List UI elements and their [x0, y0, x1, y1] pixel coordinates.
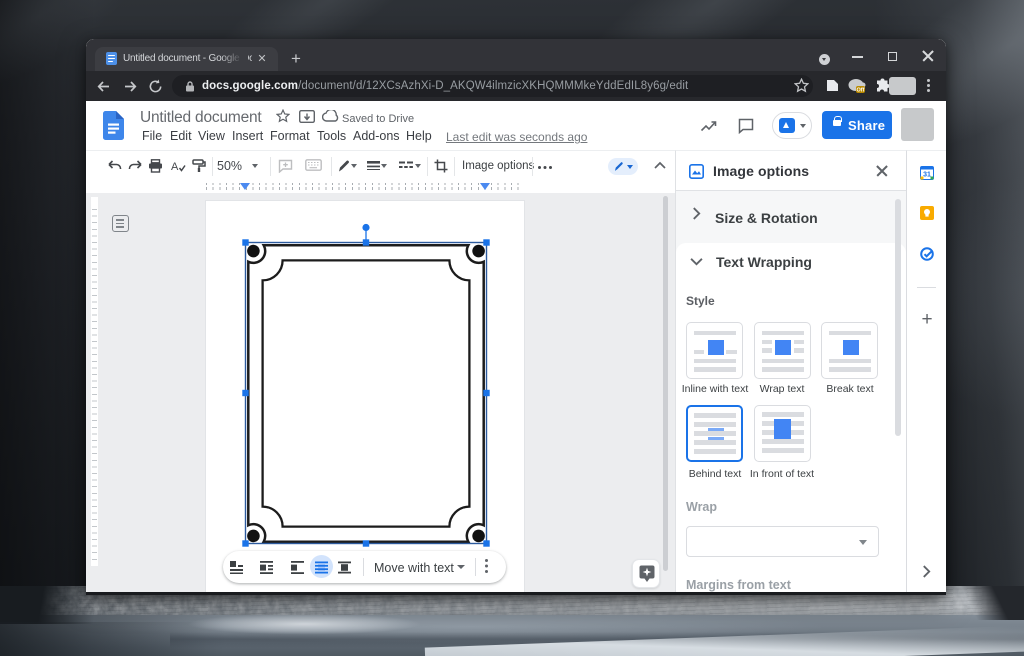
- svg-text:31: 31: [923, 172, 931, 179]
- svg-text:A: A: [171, 161, 179, 173]
- svg-text:Off: Off: [857, 88, 865, 94]
